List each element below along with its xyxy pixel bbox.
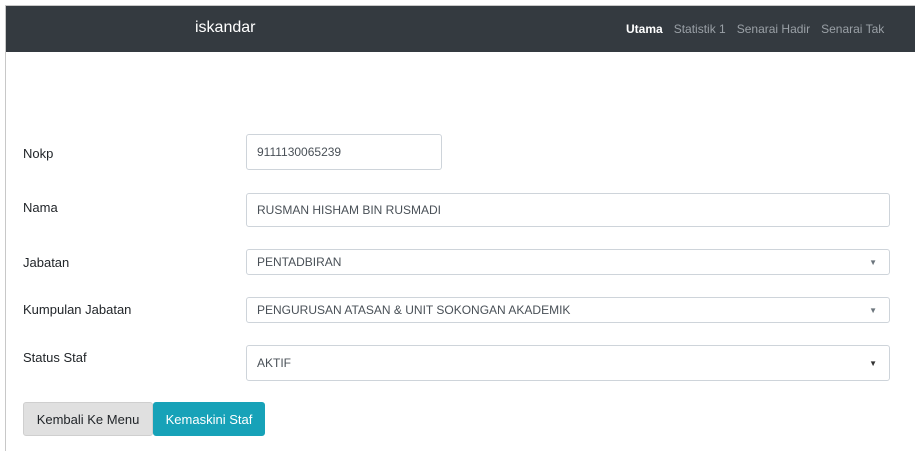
- jabatan-label: Jabatan: [23, 255, 70, 270]
- jabatan-select[interactable]: PENTADBIRAN ▼: [246, 249, 890, 275]
- nokp-value: 9111130065239: [257, 145, 342, 159]
- app-window: iskandar Utama Statistik 1 Senarai Hadir…: [5, 5, 915, 451]
- jabatan-value: PENTADBIRAN: [257, 255, 342, 269]
- top-navbar: iskandar Utama Statistik 1 Senarai Hadir…: [6, 6, 915, 52]
- nokp-label: Nokp: [23, 146, 54, 161]
- brand-logo[interactable]: iskandar: [195, 19, 255, 37]
- caret-down-icon: ▼: [869, 358, 877, 368]
- nav-link-senarai-hadir[interactable]: Senarai Hadir: [737, 22, 810, 36]
- caret-down-icon: ▼: [869, 257, 877, 267]
- nav-link-senarai-tak[interactable]: Senarai Tak: [821, 22, 884, 36]
- nama-value: RUSMAN HISHAM BIN RUSMADI: [257, 203, 442, 217]
- status-staf-value: AKTIF: [257, 356, 292, 370]
- update-staff-button[interactable]: Kemaskini Staf: [153, 402, 265, 436]
- kumpulan-jabatan-label: Kumpulan Jabatan: [23, 302, 132, 317]
- nav-menu: Utama Statistik 1 Senarai Hadir Senarai …: [626, 6, 895, 52]
- status-staf-label: Status Staf: [23, 350, 87, 365]
- nama-label: Nama: [23, 200, 58, 215]
- nama-input[interactable]: RUSMAN HISHAM BIN RUSMADI: [246, 193, 890, 227]
- nav-link-utama[interactable]: Utama: [626, 22, 663, 36]
- caret-down-icon: ▼: [869, 305, 877, 315]
- nav-link-statistik[interactable]: Statistik 1: [674, 22, 726, 36]
- back-to-menu-button[interactable]: Kembali Ke Menu: [23, 402, 153, 436]
- status-staf-select[interactable]: AKTIF ▼: [246, 345, 890, 381]
- kumpulan-jabatan-select[interactable]: PENGURUSAN ATASAN & UNIT SOKONGAN AKADEM…: [246, 297, 890, 323]
- nokp-input[interactable]: 9111130065239: [246, 134, 442, 170]
- kumpulan-jabatan-value: PENGURUSAN ATASAN & UNIT SOKONGAN AKADEM…: [257, 303, 571, 317]
